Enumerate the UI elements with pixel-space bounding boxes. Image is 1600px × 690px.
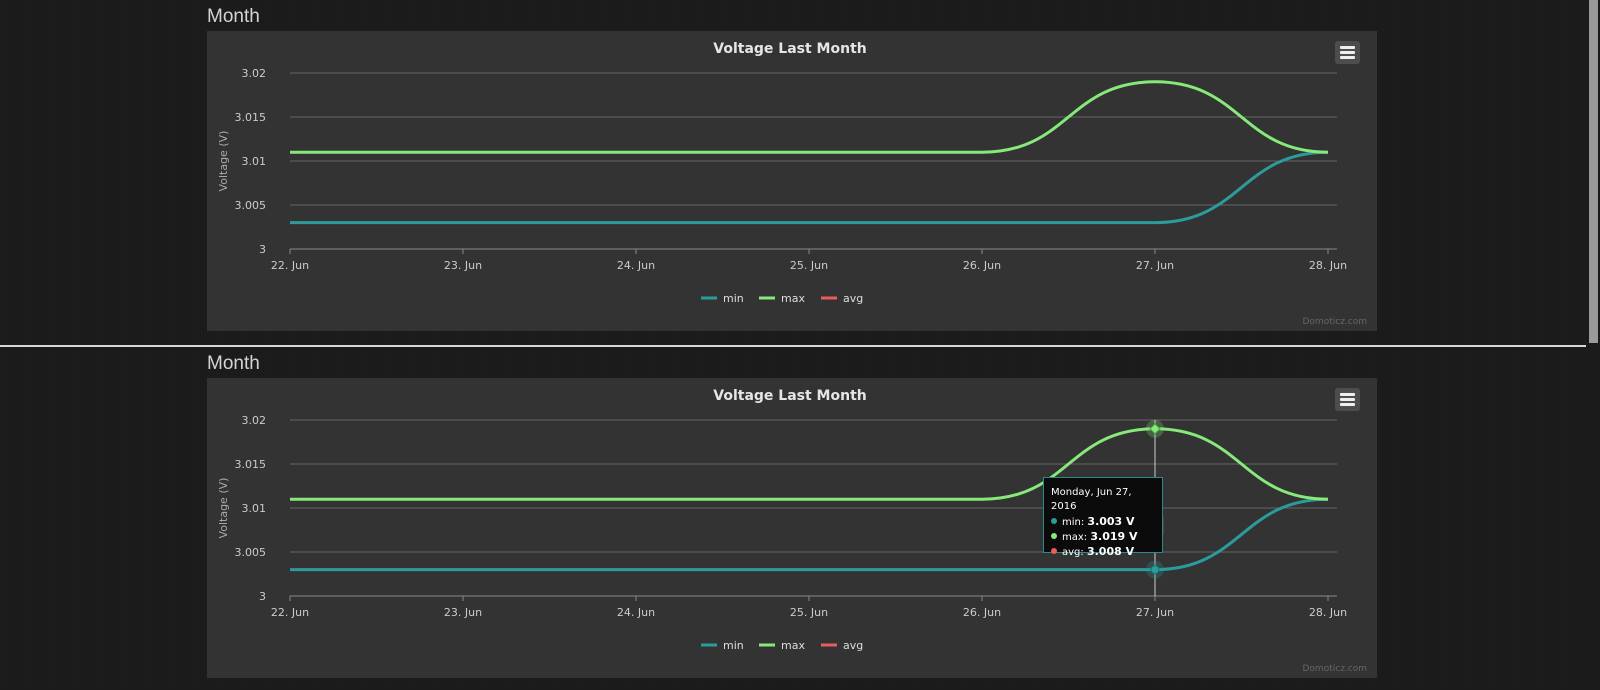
scrollbar[interactable] <box>1589 0 1598 343</box>
legend-item-min[interactable]: min <box>723 639 744 652</box>
legend-item-min[interactable]: min <box>723 292 744 305</box>
x-tick-label: 27. Jun <box>1136 259 1174 272</box>
chart-svg: Voltage Last Month 3 3.005 3.01 3.015 3.02 Vol… <box>217 41 1347 305</box>
voltage-chart: Voltage Last Month 3 3.005 3.01 3.015 3.02 Vol… <box>207 378 1377 678</box>
tooltip-row-max: max: 3.019 V <box>1051 530 1155 545</box>
legend-item-max[interactable]: max <box>781 292 805 305</box>
series-dot-icon <box>1051 518 1057 524</box>
hamburger-menu-icon <box>1340 46 1355 49</box>
y-axis-label: Voltage (V) <box>217 131 230 192</box>
chart-panel-1: Month Voltage Last Month 3 3.005 3.01 3.015 3… <box>0 0 1586 343</box>
x-tick-label: 27. Jun <box>1136 606 1174 619</box>
y-tick-label: 3.01 <box>242 155 267 168</box>
x-tick-label: 25. Jun <box>790 606 828 619</box>
legend-item-avg[interactable]: avg <box>843 639 863 652</box>
series-dot-icon <box>1051 548 1057 554</box>
chart-panel-2: Month Voltage Last Month 3 3.005 3.01 3.015 3… <box>0 345 1586 690</box>
chart-tooltip: Monday, Jun 27, 2016 min: 3.003 V max: 3… <box>1043 477 1163 558</box>
chart-menu-button[interactable] <box>1335 41 1360 64</box>
chart-menu-button[interactable] <box>1335 388 1360 411</box>
y-tick-label: 3.01 <box>242 502 267 515</box>
x-tick-label: 28. Jun <box>1309 606 1347 619</box>
x-tick-label: 24. Jun <box>617 259 655 272</box>
x-tick-label: 22. Jun <box>271 606 309 619</box>
y-tick-label: 3.005 <box>235 199 267 212</box>
chart-credits[interactable]: Domoticz.com <box>1303 664 1368 674</box>
y-tick-label: 3.005 <box>235 546 267 559</box>
x-tick-label: 28. Jun <box>1309 259 1347 272</box>
section-title: Month <box>207 6 260 27</box>
tooltip-row-min: min: 3.003 V <box>1051 515 1155 530</box>
chart-credits[interactable]: Domoticz.com <box>1303 317 1368 327</box>
legend-item-max[interactable]: max <box>781 639 805 652</box>
x-tick-label: 23. Jun <box>444 606 482 619</box>
chart-title: Voltage Last Month <box>713 388 866 404</box>
y-axis-label: Voltage (V) <box>217 478 230 539</box>
chart-title: Voltage Last Month <box>713 41 866 57</box>
legend-item-avg[interactable]: avg <box>843 292 863 305</box>
y-tick-label: 3.02 <box>242 414 267 427</box>
tooltip-row-avg: avg: 3.008 V <box>1051 545 1155 560</box>
x-tick-label: 24. Jun <box>617 606 655 619</box>
chart-svg: Voltage Last Month 3 3.005 3.01 3.015 3.02 Vol… <box>217 388 1347 652</box>
x-tick-label: 26. Jun <box>963 606 1001 619</box>
series-dot-icon <box>1051 533 1057 539</box>
y-tick-label: 3.015 <box>235 458 267 471</box>
hamburger-menu-icon <box>1340 393 1355 396</box>
x-tick-label: 23. Jun <box>444 259 482 272</box>
x-tick-label: 22. Jun <box>271 259 309 272</box>
tooltip-date: Monday, Jun 27, 2016 <box>1051 487 1132 512</box>
x-tick-label: 26. Jun <box>963 259 1001 272</box>
voltage-chart: Voltage Last Month 3 3.005 3.01 3.015 3.02 Vol… <box>207 31 1377 331</box>
series-line-min <box>290 150 1329 225</box>
y-tick-label: 3 <box>259 243 266 256</box>
y-tick-label: 3 <box>259 590 266 603</box>
series-line-min <box>290 497 1329 572</box>
section-title: Month <box>207 353 260 374</box>
x-tick-label: 25. Jun <box>790 259 828 272</box>
y-tick-label: 3.02 <box>242 67 267 80</box>
hover-point-min <box>1150 565 1160 575</box>
y-tick-label: 3.015 <box>235 111 267 124</box>
